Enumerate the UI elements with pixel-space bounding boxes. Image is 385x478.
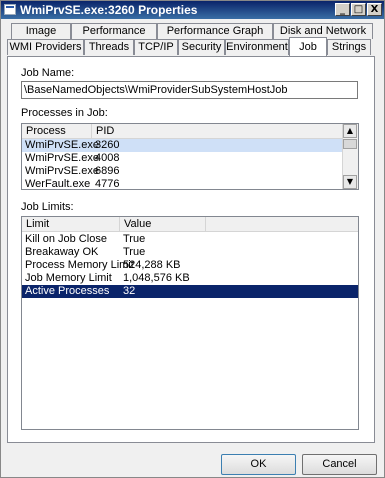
process-pid: 4776 — [95, 178, 120, 190]
limit-name: Kill on Job Close — [25, 233, 107, 245]
table-row[interactable]: Kill on Job Close True — [22, 233, 358, 246]
table-row[interactable]: Process Memory Limit 524,288 KB — [22, 259, 358, 272]
tab-performance[interactable]: Performance — [71, 23, 157, 39]
limit-value: 32 — [123, 285, 136, 297]
limit-value: 524,288 KB — [123, 259, 181, 271]
scroll-up-icon[interactable]: ▲ — [343, 124, 357, 138]
ok-button[interactable]: OK — [221, 454, 296, 475]
column-process[interactable]: Process — [22, 124, 92, 138]
job-name-label: Job Name: — [21, 67, 75, 79]
tab-environment[interactable]: Environment — [225, 39, 289, 55]
tab-threads[interactable]: Threads — [84, 39, 134, 55]
processes-list-header: Process PID — [22, 124, 358, 139]
tab-tcpip[interactable]: TCP/IP — [134, 39, 178, 55]
limit-value: True — [123, 246, 146, 258]
properties-window: WmiPrvSE.exe:3260 Properties _ □ X Image… — [0, 0, 385, 478]
process-name: WmiPrvSE.exe — [25, 165, 99, 177]
tab-image[interactable]: Image — [11, 23, 71, 39]
list-item[interactable]: WmiPrvSE.exe 4008 — [22, 152, 344, 165]
table-row[interactable]: Breakaway OK True — [22, 246, 358, 259]
process-pid: 4008 — [95, 152, 120, 164]
maximize-button[interactable]: □ — [351, 3, 366, 16]
limit-name: Active Processes — [25, 285, 110, 297]
process-pid: 6896 — [95, 165, 120, 177]
table-row[interactable]: Job Memory Limit 1,048,576 KB — [22, 272, 358, 285]
limit-value: 1,048,576 KB — [123, 272, 190, 284]
list-item[interactable]: WmiPrvSE.exe 6896 — [22, 165, 344, 178]
cancel-button[interactable]: Cancel — [302, 454, 377, 475]
limit-value: True — [123, 233, 146, 245]
job-limits-label: Job Limits: — [21, 201, 74, 213]
window-title: WmiPrvSE.exe:3260 Properties — [20, 3, 198, 17]
job-name-field[interactable]: \BaseNamedObjects\WmiProviderSubSystemHo… — [21, 81, 358, 99]
limit-name: Process Memory Limit — [25, 259, 134, 271]
tab-job[interactable]: Job — [289, 37, 327, 56]
process-name: WerFault.exe — [25, 178, 91, 190]
processes-scrollbar[interactable]: ▲ ▼ — [342, 124, 358, 189]
limit-name: Breakaway OK — [25, 246, 99, 258]
tab-performance-graph[interactable]: Performance Graph — [157, 23, 273, 39]
processes-label: Processes in Job: — [21, 107, 108, 119]
title-bar[interactable]: WmiPrvSE.exe:3260 Properties _ □ X — [1, 1, 384, 19]
app-icon — [4, 4, 16, 15]
close-button[interactable]: X — [367, 3, 382, 16]
list-item[interactable]: WmiPrvSE.exe 3260 — [22, 139, 344, 152]
scrollbar-thumb[interactable] — [343, 139, 357, 149]
job-limits-list[interactable]: Limit Value Kill on Job Close True Break… — [21, 216, 359, 430]
scroll-down-icon[interactable]: ▼ — [343, 175, 357, 189]
process-name: WmiPrvSE.exe — [25, 152, 99, 164]
tab-security[interactable]: Security — [178, 39, 225, 55]
minimize-button[interactable]: _ — [335, 3, 350, 16]
tab-strings[interactable]: Strings — [327, 39, 371, 55]
column-limit[interactable]: Limit — [22, 217, 120, 231]
tab-wmi-providers[interactable]: WMI Providers — [7, 39, 84, 55]
column-value[interactable]: Value — [120, 217, 206, 231]
processes-list[interactable]: Process PID WmiPrvSE.exe 3260 WmiPrvSE.e… — [21, 123, 359, 190]
process-pid: 3260 — [95, 139, 120, 151]
job-limits-header: Limit Value — [22, 217, 358, 232]
column-pid[interactable]: PID — [92, 124, 182, 138]
limit-name: Job Memory Limit — [25, 272, 112, 284]
process-name: WmiPrvSE.exe — [25, 139, 99, 151]
table-row-selected[interactable]: Active Processes 32 — [22, 285, 358, 298]
list-item[interactable]: WerFault.exe 4776 — [22, 178, 344, 190]
